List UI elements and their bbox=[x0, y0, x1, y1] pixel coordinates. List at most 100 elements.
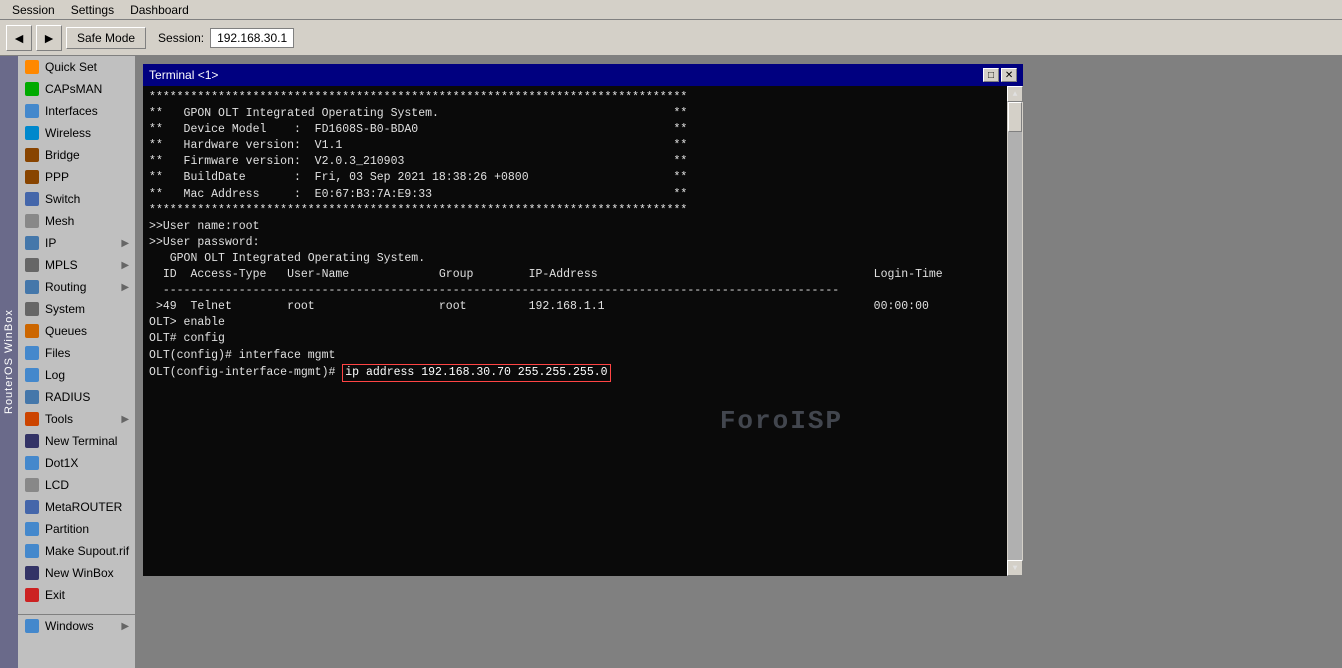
sidebar-item-label-system: System bbox=[45, 302, 129, 316]
terminal-line: ****************************************… bbox=[149, 90, 999, 106]
terminal-content: ****************************************… bbox=[149, 90, 1017, 572]
system-icon bbox=[24, 301, 40, 317]
mpls-icon bbox=[24, 257, 40, 273]
back-button[interactable]: ◄ bbox=[6, 25, 32, 51]
sidebar-item-label-ip: IP bbox=[45, 236, 116, 250]
terminal-command-line[interactable]: OLT(config-interface-mgmt)# ip address 1… bbox=[149, 364, 999, 382]
sidebar-item-new-winbox[interactable]: New WinBox bbox=[18, 562, 135, 584]
terminal-line: OLT# config bbox=[149, 331, 999, 347]
terminal-restore-button[interactable]: □ bbox=[983, 68, 999, 82]
sidebar-arrow-tools: ▶ bbox=[121, 414, 129, 425]
sidebar-item-queues[interactable]: Queues bbox=[18, 320, 135, 342]
sidebar-item-label-new-terminal: New Terminal bbox=[45, 434, 129, 448]
windows-icon bbox=[24, 618, 40, 634]
sidebar-item-metarouter[interactable]: MetaROUTER bbox=[18, 496, 135, 518]
sidebar-item-dot1x[interactable]: Dot1X bbox=[18, 452, 135, 474]
terminal-close-button[interactable]: ✕ bbox=[1001, 68, 1017, 82]
sidebar-item-label-queues: Queues bbox=[45, 324, 129, 338]
sidebar-item-ip[interactable]: IP▶ bbox=[18, 232, 135, 254]
sidebar-item-system[interactable]: System bbox=[18, 298, 135, 320]
scroll-up[interactable]: ▲ bbox=[1007, 86, 1023, 102]
switch-icon bbox=[24, 191, 40, 207]
sidebar-item-files[interactable]: Files bbox=[18, 342, 135, 364]
menu-settings[interactable]: Settings bbox=[63, 1, 122, 19]
safe-mode-button[interactable]: Safe Mode bbox=[66, 27, 146, 49]
new-winbox-icon bbox=[24, 565, 40, 581]
sidebar-arrow-windows: ▶ bbox=[121, 621, 129, 632]
sidebar-wrapper: RouterOS WinBox Quick SetCAPsMANInterfac… bbox=[0, 56, 135, 668]
terminal-prompt: OLT(config-interface-mgmt)# bbox=[149, 365, 342, 381]
main-layout: RouterOS WinBox Quick SetCAPsMANInterfac… bbox=[0, 56, 1342, 668]
sidebar-arrow-routing: ▶ bbox=[121, 282, 129, 293]
sidebar-item-label-metarouter: MetaROUTER bbox=[45, 500, 129, 514]
sidebar-item-radius[interactable]: RADIUS bbox=[18, 386, 135, 408]
terminal-line: ID Access-Type User-Name Group IP-Addres… bbox=[149, 267, 999, 283]
exit-icon bbox=[24, 587, 40, 603]
radius-icon bbox=[24, 389, 40, 405]
sidebar-item-label-tools: Tools bbox=[45, 412, 116, 426]
terminal-line: ----------------------------------------… bbox=[149, 283, 999, 299]
lcd-icon bbox=[24, 477, 40, 493]
scroll-down[interactable]: ▼ bbox=[1007, 560, 1023, 576]
queues-icon bbox=[24, 323, 40, 339]
sidebar-item-mpls[interactable]: MPLS▶ bbox=[18, 254, 135, 276]
session-ip: 192.168.30.1 bbox=[210, 28, 294, 48]
ip-icon bbox=[24, 235, 40, 251]
log-icon bbox=[24, 367, 40, 383]
sidebar-item-wireless[interactable]: Wireless bbox=[18, 122, 135, 144]
sidebar-item-new-terminal[interactable]: New Terminal bbox=[18, 430, 135, 452]
sidebar-item-interfaces[interactable]: Interfaces bbox=[18, 100, 135, 122]
sidebar-item-make-supout[interactable]: Make Supout.rif bbox=[18, 540, 135, 562]
sidebar-item-switch[interactable]: Switch bbox=[18, 188, 135, 210]
sidebar-item-label-ppp: PPP bbox=[45, 170, 129, 184]
terminal-scrollbar[interactable]: ▲ ▼ bbox=[1007, 86, 1023, 576]
sidebar-item-log[interactable]: Log bbox=[18, 364, 135, 386]
forward-button[interactable]: ► bbox=[36, 25, 62, 51]
terminal-line: ** Device Model : FD1608S-B0-BDA0 ** bbox=[149, 122, 999, 138]
sidebar-item-label-radius: RADIUS bbox=[45, 390, 129, 404]
sidebar-item-tools[interactable]: Tools ▶ bbox=[18, 408, 135, 430]
scroll-thumb[interactable] bbox=[1008, 102, 1022, 132]
terminal-line: ** Mac Address : E0:67:B3:7A:E9:33 ** bbox=[149, 187, 999, 203]
sidebar-item-label-log: Log bbox=[45, 368, 129, 382]
sidebar-item-ppp[interactable]: PPP bbox=[18, 166, 135, 188]
menu-dashboard[interactable]: Dashboard bbox=[122, 1, 197, 19]
sidebar-item-label-capsman: CAPsMAN bbox=[45, 82, 129, 96]
sidebar-item-label-quick-set: Quick Set bbox=[45, 60, 129, 74]
terminal-line: OLT> enable bbox=[149, 315, 999, 331]
sidebar-item-label-dot1x: Dot1X bbox=[45, 456, 129, 470]
wireless-icon bbox=[24, 125, 40, 141]
menu-session[interactable]: Session bbox=[4, 1, 63, 19]
sidebar-item-lcd[interactable]: LCD bbox=[18, 474, 135, 496]
terminal-input-box[interactable]: ip address 192.168.30.70 255.255.255.0 bbox=[342, 364, 610, 382]
sidebar-item-label-partition: Partition bbox=[45, 522, 129, 536]
terminal-line: >>User password: bbox=[149, 235, 999, 251]
interfaces-icon bbox=[24, 103, 40, 119]
mesh-icon bbox=[24, 213, 40, 229]
terminal-line: ****************************************… bbox=[149, 203, 999, 219]
sidebar-item-bridge[interactable]: Bridge bbox=[18, 144, 135, 166]
sidebar-item-label-exit: Exit bbox=[45, 588, 129, 602]
menubar: Session Settings Dashboard bbox=[0, 0, 1342, 20]
terminal-window: Terminal <1> □ ✕ ***********************… bbox=[143, 64, 1023, 576]
sidebar-item-label-new-winbox: New WinBox bbox=[45, 566, 129, 580]
sidebar-item-mesh[interactable]: Mesh bbox=[18, 210, 135, 232]
sidebar-item-label-lcd: LCD bbox=[45, 478, 129, 492]
sidebar-item-routing[interactable]: Routing ▶ bbox=[18, 276, 135, 298]
sidebar-item-label-wireless: Wireless bbox=[45, 126, 129, 140]
sidebar-item-label-bridge: Bridge bbox=[45, 148, 129, 162]
quick-set-icon bbox=[24, 59, 40, 75]
sidebar-item-windows[interactable]: Windows▶ bbox=[18, 614, 135, 637]
sidebar-item-label-files: Files bbox=[45, 346, 129, 360]
session-label: Session: bbox=[158, 31, 204, 45]
sidebar-item-quick-set[interactable]: Quick Set bbox=[18, 56, 135, 78]
terminal-line: OLT(config)# interface mgmt bbox=[149, 348, 999, 364]
sidebar-item-label-routing: Routing bbox=[45, 280, 116, 294]
sidebar-item-partition[interactable]: Partition bbox=[18, 518, 135, 540]
terminal-line: >49 Telnet root root 192.168.1.1 00:00:0… bbox=[149, 299, 999, 315]
terminal-line: GPON OLT Integrated Operating System. bbox=[149, 251, 999, 267]
sidebar-item-capsman[interactable]: CAPsMAN bbox=[18, 78, 135, 100]
sidebar-item-exit[interactable]: Exit bbox=[18, 584, 135, 606]
routing-icon bbox=[24, 279, 40, 295]
toolbar: ◄ ► Safe Mode Session: 192.168.30.1 bbox=[0, 20, 1342, 56]
